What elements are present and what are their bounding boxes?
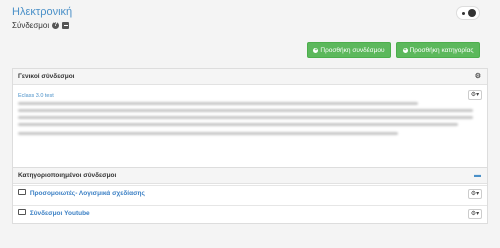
plus-circle-icon: + (313, 46, 319, 53)
panel-heading: Κατηγοριοποιημένοι σύνδεσμοι ▬ (13, 168, 487, 184)
folder-icon (18, 209, 26, 215)
category-row: Σύνδεσμοι Youtube ⚙▾ (13, 205, 487, 221)
gear-icon: ⚙▾ (470, 191, 480, 197)
panel-heading: Γενικοί σύνδεσμοι ⚙ (13, 69, 487, 85)
add-category-label: Προσθήκη κατηγορίας (409, 46, 474, 54)
gear-icon: ⚙▾ (470, 211, 480, 217)
cogs-icon[interactable]: ⚙ (475, 69, 481, 85)
categorized-links-panel: Κατηγοριοποιημένοι σύνδεσμοι ▬ Προσομοιω… (12, 168, 488, 224)
category-actions-button[interactable]: ⚙▾ (468, 209, 482, 219)
blurred-description-line (18, 132, 398, 135)
blurred-description-line (18, 116, 473, 119)
page-title-label: Σύνδεσμοι (12, 21, 50, 30)
folder-open-icon[interactable]: ▬ (474, 168, 481, 184)
blurred-description-line (18, 109, 473, 112)
plus-circle-icon: + (402, 46, 408, 53)
add-link-button[interactable]: + Προσθήκη συνδέσμου (307, 42, 391, 58)
category-link[interactable]: Προσομοιωτές- Λογισμικά σχεδίασης (30, 190, 145, 197)
help-icon[interactable]: ? (52, 22, 60, 29)
page-title: Σύνδεσμοι ? (12, 21, 70, 30)
folder-icon (18, 189, 26, 195)
collapse-icon[interactable] (62, 22, 70, 29)
toggle-knob (468, 9, 476, 17)
category-row: Προσομοιωτές- Λογισμικά σχεδίασης ⚙▾ (13, 185, 487, 201)
panel-title: Γενικοί σύνδεσμοι (18, 73, 75, 80)
item-actions-button[interactable]: ⚙▾ (468, 90, 482, 100)
blurred-description-line (18, 123, 458, 126)
toggle-switch[interactable] (456, 6, 480, 20)
category-link[interactable]: Σύνδεσμοι Youtube (30, 210, 90, 217)
category-actions-button[interactable]: ⚙▾ (468, 189, 482, 199)
panel-title: Κατηγοριοποιημένοι σύνδεσμοι (18, 172, 117, 179)
blurred-description-line (18, 102, 418, 105)
link-item[interactable]: Eclass 3.0 test (18, 93, 54, 99)
add-category-button[interactable]: + Προσθήκη κατηγορίας (396, 42, 480, 58)
gear-icon: ⚙▾ (470, 92, 480, 98)
general-links-panel: Γενικοί σύνδεσμοι ⚙ ⚙▾ Eclass 3.0 test (12, 68, 488, 168)
toggle-dot-icon (462, 12, 465, 15)
add-link-label: Προσθήκη συνδέσμου (320, 46, 385, 54)
course-title[interactable]: Ηλεκτρονική (12, 6, 72, 18)
